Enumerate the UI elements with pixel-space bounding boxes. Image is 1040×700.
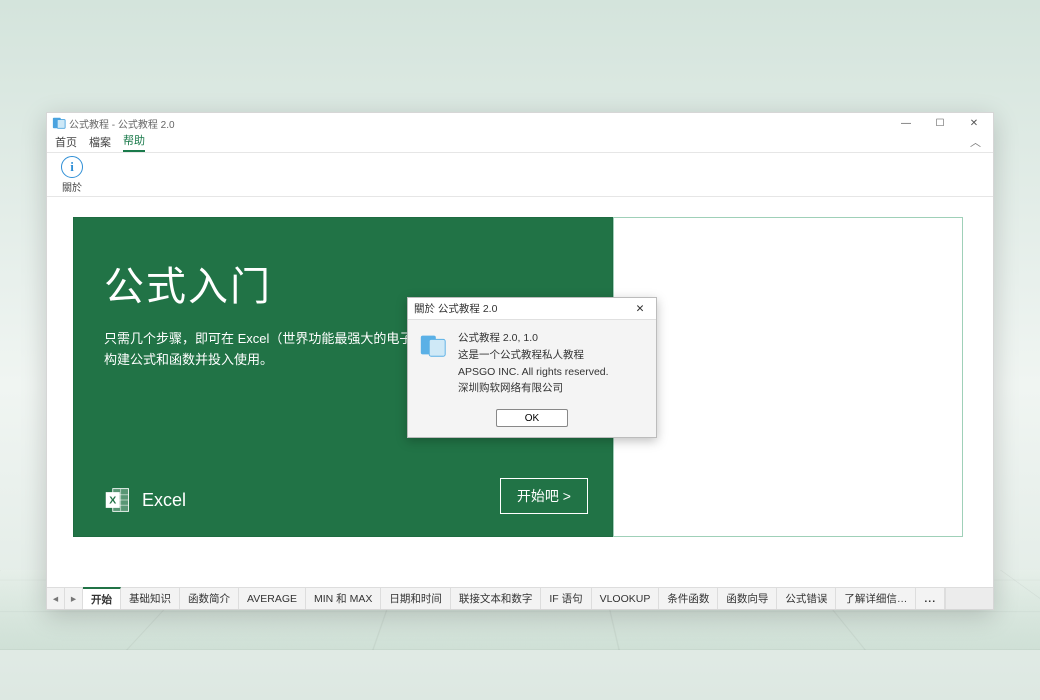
right-blank-panel [613,217,963,537]
hero-body-line1: 只需几个步骤，即可在 Excel（世界功能最强大的电子表… [104,331,438,346]
tab-minmax[interactable]: MIN 和 MAX [306,588,381,609]
tab-datetime[interactable]: 日期和时间 [381,588,451,609]
menu-file[interactable]: 檔案 [89,134,111,152]
menubar: 首页 檔案 帮助 ︿ [47,133,993,153]
close-button[interactable]: ✕ [957,113,991,133]
about-label: 關於 [62,179,82,194]
tab-scroll-right[interactable]: ▸ [65,588,83,609]
dialog-text: 公式教程 2.0, 1.0 这是一个公式教程私人教程 APSGO INC. Al… [458,330,609,397]
excel-icon: X [104,486,132,514]
dialog-body: 公式教程 2.0, 1.0 这是一个公式教程私人教程 APSGO INC. Al… [408,320,656,403]
app-window: 公式教程 - 公式教程 2.0 — ☐ ✕ 首页 檔案 帮助 ︿ i 關於 公式… [46,112,994,610]
maximize-button[interactable]: ☐ [923,113,957,133]
tab-vlookup[interactable]: VLOOKUP [592,588,660,609]
excel-brand: X Excel [104,486,186,514]
window-title: 公式教程 - 公式教程 2.0 [69,116,889,131]
collapse-ribbon-icon[interactable]: ︿ [966,134,985,152]
tab-conditional[interactable]: 条件函数 [659,588,718,609]
about-dialog: 關於 公式教程 2.0 ✕ 公式教程 2.0, 1.0 这是一个公式教程私人教程… [407,297,657,438]
tab-if[interactable]: IF 语句 [541,588,591,609]
dialog-title: 關於 公式教程 2.0 [414,301,630,316]
dialog-line-copyright: APSGO INC. All rights reserved. [458,364,609,381]
dialog-ok-button[interactable]: OK [496,409,568,427]
dialog-line-company: 深圳购软网络有限公司 [458,380,609,397]
menu-home[interactable]: 首页 [55,134,77,152]
tab-scroll-left[interactable]: ◂ [47,588,65,609]
tab-func-intro[interactable]: 函数简介 [180,588,239,609]
tab-more-info[interactable]: 了解详细信… [836,588,916,609]
start-button[interactable]: 开始吧 > [500,478,588,514]
tab-concat[interactable]: 联接文本和数字 [451,588,542,609]
tab-scrollbar[interactable] [945,588,993,609]
hero-body-line2: 构建公式和函数并投入使用。 [104,352,273,367]
svg-text:X: X [109,495,116,507]
tab-errors[interactable]: 公式错误 [777,588,836,609]
tab-start[interactable]: 开始 [83,587,121,609]
about-button[interactable]: i 關於 [55,156,89,194]
dialog-line-desc: 这是一个公式教程私人教程 [458,347,609,364]
dialog-close-button[interactable]: ✕ [630,303,650,315]
titlebar: 公式教程 - 公式教程 2.0 — ☐ ✕ [47,113,993,133]
minimize-button[interactable]: — [889,113,923,133]
sheet-tabs: ◂ ▸ 开始 基础知识 函数简介 AVERAGE MIN 和 MAX 日期和时间… [47,587,993,609]
dialog-app-icon [418,330,448,360]
ribbon: i 關於 [47,153,993,197]
tab-average[interactable]: AVERAGE [239,588,306,609]
app-icon [52,116,66,130]
tab-basics[interactable]: 基础知识 [121,588,180,609]
tab-wizard[interactable]: 函数向导 [718,588,777,609]
tab-overflow[interactable]: ... [916,588,945,609]
excel-brand-label: Excel [142,490,186,511]
dialog-line-version: 公式教程 2.0, 1.0 [458,330,609,347]
info-icon: i [61,156,83,178]
dialog-titlebar: 關於 公式教程 2.0 ✕ [408,298,656,320]
dialog-footer: OK [408,403,656,437]
menu-help[interactable]: 帮助 [123,132,145,152]
